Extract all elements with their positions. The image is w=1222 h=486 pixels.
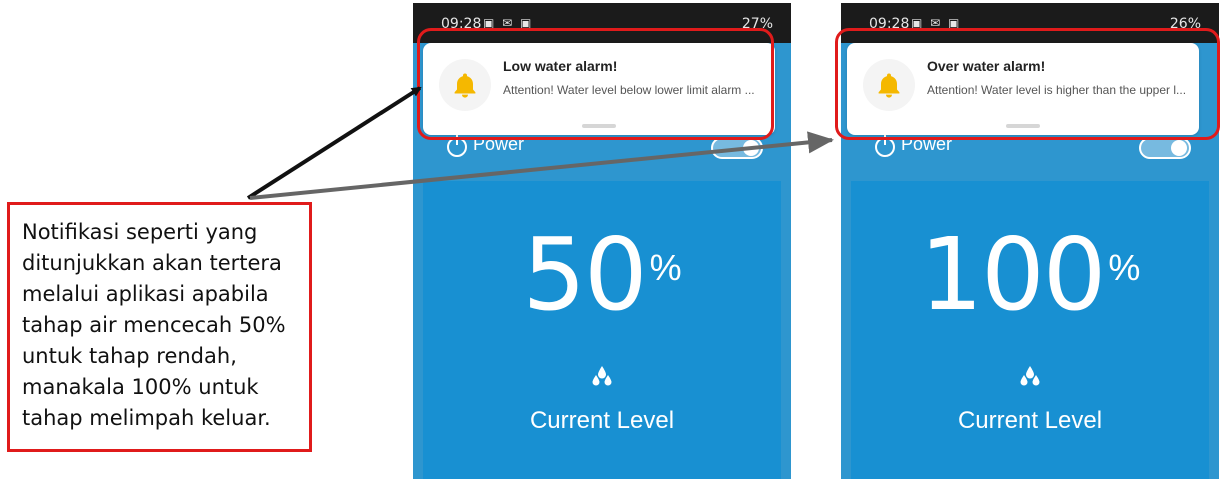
figure: 09:28 ▣ ✉ ▣ 27% Power 50% Current Level <box>0 0 1222 486</box>
caption-text: Notifikasi seperti yang ditunjukkan akan… <box>22 220 286 430</box>
level-label: Current Level <box>529 407 675 434</box>
power-toggle[interactable] <box>711 137 763 159</box>
water-drops-icon <box>1019 365 1041 387</box>
level-card: 50% Current Level <box>423 181 781 479</box>
level-card: 100% Current Level <box>851 181 1209 479</box>
highlight-box-low-notification <box>417 28 774 140</box>
water-drops-icon <box>591 365 613 387</box>
caption-box: Notifikasi seperti yang ditunjukkan akan… <box>7 202 312 452</box>
power-toggle[interactable] <box>1139 137 1191 159</box>
level-percent: 100% <box>851 225 1209 325</box>
level-value: 100 <box>919 216 1107 333</box>
power-icon <box>447 135 467 157</box>
level-label: Current Level <box>957 407 1103 434</box>
power-icon <box>875 135 895 157</box>
arrow-to-low-notification <box>246 86 422 200</box>
level-percent: 50% <box>423 225 781 325</box>
level-value: 50 <box>522 216 647 333</box>
level-unit: % <box>649 247 682 288</box>
level-unit: % <box>1108 247 1141 288</box>
highlight-box-over-notification <box>835 28 1220 140</box>
